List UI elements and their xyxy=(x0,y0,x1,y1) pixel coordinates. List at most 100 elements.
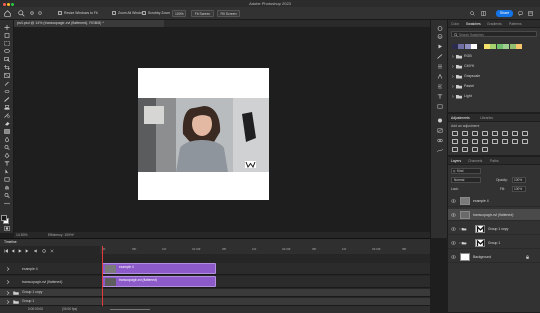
color-swatch[interactable] xyxy=(477,44,484,49)
clone-stamp-tool-icon[interactable] xyxy=(4,105,10,110)
rectangle-tool-icon[interactable] xyxy=(4,177,10,182)
settings-gear-icon[interactable] xyxy=(42,249,46,253)
group-folder-icon[interactable] xyxy=(459,227,467,231)
adjustment-icon[interactable] xyxy=(462,147,468,152)
character-icon[interactable] xyxy=(437,94,443,99)
play-panel-icon[interactable] xyxy=(437,44,443,49)
dodge-tool-icon[interactable] xyxy=(4,145,10,150)
zoom-all-checkbox[interactable] xyxy=(112,11,116,15)
expand-track-icon[interactable] xyxy=(6,280,10,284)
crop-tool-icon[interactable] xyxy=(4,65,10,70)
group-folder-icon[interactable] xyxy=(459,241,467,245)
lasso-tool-icon[interactable] xyxy=(4,49,10,54)
adjustment-icon[interactable] xyxy=(522,131,528,136)
visibility-eye-icon[interactable] xyxy=(451,199,456,203)
adjustment-icon[interactable] xyxy=(462,131,468,136)
expand-group-icon[interactable] xyxy=(6,291,10,295)
layer-row-group-1-copy[interactable]: Group 1 copy xyxy=(448,223,540,235)
gradient-tool-icon[interactable] xyxy=(4,129,10,134)
adjustment-icon[interactable] xyxy=(512,139,518,144)
eraser-tool-icon[interactable] xyxy=(4,121,10,126)
adjustment-icon[interactable] xyxy=(482,131,488,136)
color-swatch[interactable] xyxy=(452,44,458,49)
adjustment-icon[interactable] xyxy=(462,139,468,144)
color-swatch[interactable] xyxy=(509,44,516,49)
zoom-in-icon[interactable] xyxy=(30,11,35,16)
zoom-level[interactable]: 14.53% xyxy=(16,233,28,237)
adjustment-icon[interactable] xyxy=(512,131,518,136)
playhead[interactable] xyxy=(102,246,103,313)
timeline-group-1-copy[interactable]: Group 1 copy xyxy=(0,289,430,297)
search-swatches-field[interactable]: Search Swatches xyxy=(451,31,537,37)
zoom-tool-icon[interactable] xyxy=(18,10,25,17)
lock-icon[interactable] xyxy=(526,255,529,259)
layer-row-background[interactable]: Background xyxy=(448,251,540,263)
tab-libraries[interactable]: Libraries xyxy=(480,115,493,121)
zoom-out-icon[interactable] xyxy=(38,11,43,16)
color-swatch[interactable] xyxy=(515,44,522,49)
blur-tool-icon[interactable] xyxy=(4,137,10,142)
color-swatch[interactable] xyxy=(464,44,471,49)
tab-swatches[interactable]: Swatches xyxy=(466,21,481,27)
frame-tool-icon[interactable] xyxy=(4,73,10,78)
timeline-ruler[interactable]: 00 05f 10f 01:00f 05f 10f 02:00f 05f 10f 03:00f 05… xyxy=(100,246,430,254)
adjustment-icon[interactable] xyxy=(492,139,498,144)
timeline-group-1[interactable]: Group 1 xyxy=(0,298,430,306)
color-swatch[interactable] xyxy=(496,44,503,49)
foreground-color-swatch[interactable] xyxy=(1,215,7,221)
type-tool-icon[interactable] xyxy=(4,161,10,166)
adjustments-panel-icon[interactable] xyxy=(437,118,443,123)
tab-patterns[interactable]: Patterns xyxy=(509,21,522,27)
navigator-icon[interactable] xyxy=(437,104,443,109)
move-tool-icon[interactable] xyxy=(4,25,10,30)
history-panel-icon[interactable] xyxy=(437,26,443,31)
tab-paths[interactable]: Paths xyxy=(490,158,499,164)
resize-windows-checkbox[interactable] xyxy=(58,11,62,15)
clip-flattened[interactable]: transcopagtr-xvl (flattened) xyxy=(102,276,216,287)
fill-screen-button[interactable]: Fill Screen xyxy=(217,10,240,17)
adjustment-icon[interactable] xyxy=(452,131,458,136)
color-swatch[interactable] xyxy=(458,44,465,49)
visibility-eye-icon[interactable] xyxy=(451,255,456,259)
swatch-folder-cmyk[interactable]: CMYK xyxy=(451,63,537,70)
adjustment-icon[interactable] xyxy=(472,131,478,136)
visibility-eye-icon[interactable] xyxy=(451,227,456,231)
color-swatch[interactable] xyxy=(471,44,478,49)
swatch-folder-pastel[interactable]: Pastel xyxy=(451,83,537,90)
visibility-eye-icon[interactable] xyxy=(451,213,456,217)
swatch-folder-light[interactable]: Light xyxy=(451,93,537,100)
color-swatch[interactable] xyxy=(503,44,510,49)
path-selection-tool-icon[interactable] xyxy=(4,169,10,174)
adjustment-icon[interactable] xyxy=(492,131,498,136)
tab-gradients[interactable]: Gradients xyxy=(487,21,502,27)
blend-mode-dropdown[interactable]: Normal xyxy=(451,177,481,183)
paragraph-icon[interactable] xyxy=(437,84,443,89)
efficiency-readout[interactable]: Efficiency: 100%* xyxy=(48,233,74,237)
layer-row-group-1[interactable]: Group 1 xyxy=(448,237,540,249)
fit-screen-button[interactable]: Fit Screen xyxy=(191,10,214,17)
adjustment-icon[interactable] xyxy=(522,139,528,144)
adjustment-icon[interactable] xyxy=(452,139,458,144)
split-clip-icon[interactable] xyxy=(50,249,54,253)
object-selection-tool-icon[interactable] xyxy=(4,57,10,62)
search-icon[interactable] xyxy=(470,11,475,16)
quick-mask-icon[interactable] xyxy=(4,226,10,231)
tab-adjustments[interactable]: Adjustments xyxy=(451,115,470,121)
zoom-tool-sidebar-icon[interactable] xyxy=(4,193,10,198)
tab-layers[interactable]: Layers xyxy=(451,158,461,164)
share-button[interactable]: Share xyxy=(496,10,513,17)
paths-icon[interactable] xyxy=(437,148,443,153)
comments-icon[interactable] xyxy=(518,11,523,16)
audio-icon[interactable] xyxy=(34,249,38,253)
eyedropper-tool-icon[interactable] xyxy=(4,81,10,86)
panel-layout-icon[interactable] xyxy=(528,11,533,16)
opacity-input[interactable]: 100% xyxy=(512,177,526,183)
info-panel-icon[interactable] xyxy=(437,34,443,39)
expand-group-icon[interactable] xyxy=(6,300,10,304)
glyphs-icon[interactable] xyxy=(437,74,443,79)
tab-channels[interactable]: Channels xyxy=(468,158,482,164)
layer-filter-dropdown[interactable]: Kind xyxy=(451,168,481,174)
zoom-value-button[interactable]: 100% xyxy=(172,10,186,17)
document-tab[interactable]: ps4.psd @ 14% (transcopagtr-xvl (flatten… xyxy=(14,20,164,27)
expand-track-icon[interactable] xyxy=(6,267,10,271)
